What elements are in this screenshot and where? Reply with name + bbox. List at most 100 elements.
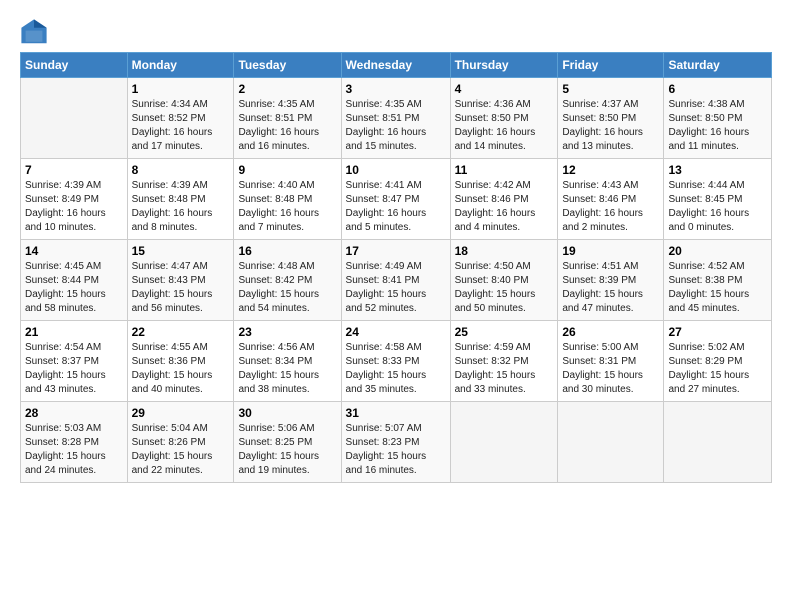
day-number: 19 xyxy=(562,244,659,258)
day-cell: 23Sunrise: 4:56 AM Sunset: 8:34 PM Dayli… xyxy=(234,321,341,402)
day-number: 14 xyxy=(25,244,123,258)
day-cell xyxy=(558,402,664,483)
day-number: 23 xyxy=(238,325,336,339)
day-cell: 10 Sunrise: 4:41 AM Sunset: 8:47 PM Dayli… xyxy=(341,159,450,240)
day-content: Sunrise: 4:50 AM Sunset: 8:40 PM Dayligh… xyxy=(455,260,554,316)
day-cell: 27Sunrise: 5:02 AM Sunset: 8:29 PM Dayli… xyxy=(664,321,772,402)
day-cell: 16 Sunrise: 4:48 AM Sunset: 8:42 PM Dayli… xyxy=(234,240,341,321)
day-number: 18 xyxy=(455,244,554,258)
day-content: Sunrise: 4:51 AM Sunset: 8:39 PM Dayligh… xyxy=(562,260,659,316)
day-number: 10 xyxy=(346,163,446,177)
day-content: Sunrise: 4:37 AM Sunset: 8:50 PM Dayligh… xyxy=(562,98,659,154)
day-cell: 25 Sunrise: 4:59 AM Sunset: 8:32 PM Dayli… xyxy=(450,321,558,402)
day-cell: 18 Sunrise: 4:50 AM Sunset: 8:40 PM Dayli… xyxy=(450,240,558,321)
day-number: 20 xyxy=(668,244,767,258)
week-row-3: 14Sunrise: 4:45 AM Sunset: 8:44 PM Dayli… xyxy=(21,240,772,321)
day-number: 3 xyxy=(346,82,446,96)
day-cell: 9 Sunrise: 4:40 AM Sunset: 8:48 PM Daylig… xyxy=(234,159,341,240)
calendar-header: SundayMondayTuesdayWednesdayThursdayFrid… xyxy=(21,53,772,78)
day-cell: 4 Sunrise: 4:36 AM Sunset: 8:50 PM Daylig… xyxy=(450,78,558,159)
day-number: 1 xyxy=(132,82,230,96)
day-content: Sunrise: 4:47 AM Sunset: 8:43 PM Dayligh… xyxy=(132,260,230,316)
day-content: Sunrise: 4:40 AM Sunset: 8:48 PM Dayligh… xyxy=(238,179,336,235)
day-cell xyxy=(450,402,558,483)
column-header-monday: Monday xyxy=(127,53,234,78)
day-content: Sunrise: 4:39 AM Sunset: 8:49 PM Dayligh… xyxy=(25,179,123,235)
day-content: Sunrise: 4:41 AM Sunset: 8:47 PM Dayligh… xyxy=(346,179,446,235)
day-cell: 30 Sunrise: 5:06 AM Sunset: 8:25 PM Dayli… xyxy=(234,402,341,483)
column-header-tuesday: Tuesday xyxy=(234,53,341,78)
day-cell: 12Sunrise: 4:43 AM Sunset: 8:46 PM Dayli… xyxy=(558,159,664,240)
day-cell: 20Sunrise: 4:52 AM Sunset: 8:38 PM Dayli… xyxy=(664,240,772,321)
day-cell: 31 Sunrise: 5:07 AM Sunset: 8:23 PM Dayli… xyxy=(341,402,450,483)
day-number: 27 xyxy=(668,325,767,339)
day-cell: 13Sunrise: 4:44 AM Sunset: 8:45 PM Dayli… xyxy=(664,159,772,240)
day-cell: 17Sunrise: 4:49 AM Sunset: 8:41 PM Dayli… xyxy=(341,240,450,321)
logo xyxy=(20,18,50,46)
day-number: 30 xyxy=(238,406,336,420)
day-cell: 11 Sunrise: 4:42 AM Sunset: 8:46 PM Dayli… xyxy=(450,159,558,240)
day-content: Sunrise: 4:42 AM Sunset: 8:46 PM Dayligh… xyxy=(455,179,554,235)
calendar-body: 1 Sunrise: 4:34 AM Sunset: 8:52 PM Daylig… xyxy=(21,78,772,483)
day-number: 31 xyxy=(346,406,446,420)
day-cell: 6Sunrise: 4:38 AM Sunset: 8:50 PM Daylig… xyxy=(664,78,772,159)
day-cell: 1 Sunrise: 4:34 AM Sunset: 8:52 PM Daylig… xyxy=(127,78,234,159)
day-cell xyxy=(664,402,772,483)
day-content: Sunrise: 4:54 AM Sunset: 8:37 PM Dayligh… xyxy=(25,341,123,397)
day-cell: 15 Sunrise: 4:47 AM Sunset: 8:43 PM Dayli… xyxy=(127,240,234,321)
day-content: Sunrise: 5:07 AM Sunset: 8:23 PM Dayligh… xyxy=(346,422,446,478)
day-number: 4 xyxy=(455,82,554,96)
week-row-4: 21 Sunrise: 4:54 AM Sunset: 8:37 PM Dayli… xyxy=(21,321,772,402)
day-content: Sunrise: 4:48 AM Sunset: 8:42 PM Dayligh… xyxy=(238,260,336,316)
day-cell: 14Sunrise: 4:45 AM Sunset: 8:44 PM Dayli… xyxy=(21,240,128,321)
day-number: 2 xyxy=(238,82,336,96)
day-content: Sunrise: 4:34 AM Sunset: 8:52 PM Dayligh… xyxy=(132,98,230,154)
day-number: 24 xyxy=(346,325,446,339)
day-cell: 8 Sunrise: 4:39 AM Sunset: 8:48 PM Daylig… xyxy=(127,159,234,240)
day-number: 16 xyxy=(238,244,336,258)
day-cell: 28Sunrise: 5:03 AM Sunset: 8:28 PM Dayli… xyxy=(21,402,128,483)
day-number: 5 xyxy=(562,82,659,96)
day-content: Sunrise: 4:58 AM Sunset: 8:33 PM Dayligh… xyxy=(346,341,446,397)
day-content: Sunrise: 4:35 AM Sunset: 8:51 PM Dayligh… xyxy=(346,98,446,154)
column-header-thursday: Thursday xyxy=(450,53,558,78)
day-cell: 7 Sunrise: 4:39 AM Sunset: 8:49 PM Daylig… xyxy=(21,159,128,240)
week-row-2: 7 Sunrise: 4:39 AM Sunset: 8:49 PM Daylig… xyxy=(21,159,772,240)
day-number: 28 xyxy=(25,406,123,420)
day-content: Sunrise: 5:04 AM Sunset: 8:26 PM Dayligh… xyxy=(132,422,230,478)
day-number: 25 xyxy=(455,325,554,339)
day-cell: 24 Sunrise: 4:58 AM Sunset: 8:33 PM Dayli… xyxy=(341,321,450,402)
page: SundayMondayTuesdayWednesdayThursdayFrid… xyxy=(0,0,792,612)
day-number: 29 xyxy=(132,406,230,420)
day-number: 13 xyxy=(668,163,767,177)
day-number: 9 xyxy=(238,163,336,177)
day-content: Sunrise: 4:36 AM Sunset: 8:50 PM Dayligh… xyxy=(455,98,554,154)
day-number: 12 xyxy=(562,163,659,177)
column-header-wednesday: Wednesday xyxy=(341,53,450,78)
day-cell: 3 Sunrise: 4:35 AM Sunset: 8:51 PM Daylig… xyxy=(341,78,450,159)
day-number: 6 xyxy=(668,82,767,96)
day-number: 21 xyxy=(25,325,123,339)
day-cell: 21 Sunrise: 4:54 AM Sunset: 8:37 PM Dayli… xyxy=(21,321,128,402)
day-cell: 5 Sunrise: 4:37 AM Sunset: 8:50 PM Daylig… xyxy=(558,78,664,159)
header xyxy=(20,18,772,46)
column-header-sunday: Sunday xyxy=(21,53,128,78)
day-content: Sunrise: 4:39 AM Sunset: 8:48 PM Dayligh… xyxy=(132,179,230,235)
day-number: 11 xyxy=(455,163,554,177)
calendar-table: SundayMondayTuesdayWednesdayThursdayFrid… xyxy=(20,52,772,483)
day-cell: 22Sunrise: 4:55 AM Sunset: 8:36 PM Dayli… xyxy=(127,321,234,402)
day-cell xyxy=(21,78,128,159)
day-cell: 2 Sunrise: 4:35 AM Sunset: 8:51 PM Daylig… xyxy=(234,78,341,159)
day-number: 7 xyxy=(25,163,123,177)
day-number: 26 xyxy=(562,325,659,339)
day-content: Sunrise: 5:06 AM Sunset: 8:25 PM Dayligh… xyxy=(238,422,336,478)
week-row-1: 1 Sunrise: 4:34 AM Sunset: 8:52 PM Daylig… xyxy=(21,78,772,159)
day-content: Sunrise: 4:35 AM Sunset: 8:51 PM Dayligh… xyxy=(238,98,336,154)
day-content: Sunrise: 5:00 AM Sunset: 8:31 PM Dayligh… xyxy=(562,341,659,397)
day-content: Sunrise: 4:59 AM Sunset: 8:32 PM Dayligh… xyxy=(455,341,554,397)
day-number: 8 xyxy=(132,163,230,177)
day-cell: 29 Sunrise: 5:04 AM Sunset: 8:26 PM Dayli… xyxy=(127,402,234,483)
day-number: 15 xyxy=(132,244,230,258)
header-row: SundayMondayTuesdayWednesdayThursdayFrid… xyxy=(21,53,772,78)
day-number: 22 xyxy=(132,325,230,339)
